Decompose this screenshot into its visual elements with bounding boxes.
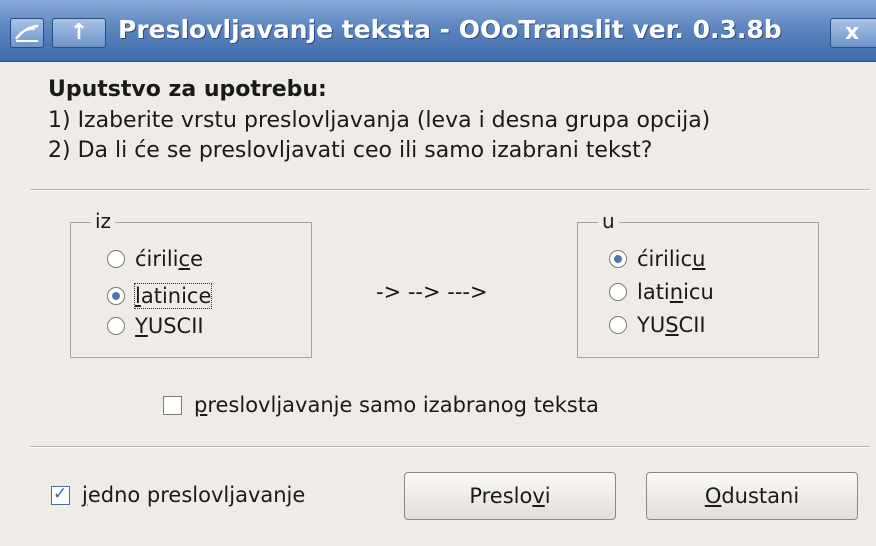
- radio-to-yuscii[interactable]: YUSCII: [609, 313, 706, 337]
- radio-indicator[interactable]: [107, 250, 125, 268]
- radio-from-yuscii[interactable]: YUSCII: [107, 314, 204, 338]
- checkmark-icon: ✓: [53, 483, 68, 504]
- instructions-line-2: 2) Da li će se preslovljavati ceo ili sa…: [48, 138, 653, 163]
- close-button[interactable]: x: [830, 18, 876, 48]
- checkbox-label: jedno preslovljavanje: [82, 483, 306, 507]
- radio-indicator[interactable]: [609, 250, 627, 268]
- window-title: Preslovljavanje teksta - OOoTranslit ver…: [118, 15, 782, 44]
- radio-label: YUSCII: [135, 314, 204, 338]
- single-translit-checkbox[interactable]: ✓ jedno preslovljavanje: [51, 483, 305, 507]
- up-arrow-icon: ↑: [69, 20, 89, 45]
- separator-bottom: [30, 446, 870, 448]
- window-menu-icon: [15, 24, 39, 42]
- radio-indicator[interactable]: [107, 287, 125, 305]
- radio-label: ćirilice: [135, 247, 203, 271]
- radio-indicator[interactable]: [609, 283, 627, 301]
- radio-label: YUSCII: [637, 313, 706, 337]
- separator-top: [30, 189, 870, 191]
- radio-label: ćirilicu: [637, 247, 706, 271]
- instructions-heading: Uputstvo za upotrebu:: [48, 77, 327, 102]
- radio-indicator[interactable]: [609, 316, 627, 334]
- radio-label: latinice: [133, 283, 213, 309]
- from-group-legend: iz: [91, 208, 116, 234]
- checkbox-indicator[interactable]: ✓: [51, 483, 70, 505]
- transliterate-button[interactable]: Preslovi: [404, 472, 616, 520]
- cancel-button[interactable]: Odustani: [646, 472, 858, 520]
- radio-to-cyrillic[interactable]: ćirilicu: [609, 247, 705, 271]
- close-icon: x: [845, 20, 860, 45]
- checkbox-indicator[interactable]: [163, 395, 182, 415]
- radio-indicator[interactable]: [107, 317, 125, 335]
- radio-from-cyrillic[interactable]: ćirilice: [107, 247, 203, 271]
- checkbox-label: preslovljavanje samo izabranog teksta: [194, 393, 599, 417]
- window-menu-button[interactable]: [10, 18, 44, 48]
- direction-arrows: -> --> --->: [376, 280, 488, 304]
- to-group-legend: u: [598, 208, 619, 234]
- instructions-line-1: 1) Izaberite vrstu preslovljavanja (leva…: [48, 108, 711, 133]
- radio-from-latin[interactable]: latinice: [107, 283, 213, 309]
- radio-label: latinicu: [637, 280, 714, 304]
- title-bar[interactable]: ↑ Preslovljavanje teksta - OOoTranslit v…: [0, 0, 876, 62]
- selection-only-checkbox[interactable]: preslovljavanje samo izabranog teksta: [163, 393, 599, 417]
- radio-to-latin[interactable]: latinicu: [609, 280, 714, 304]
- shade-button[interactable]: ↑: [52, 18, 106, 48]
